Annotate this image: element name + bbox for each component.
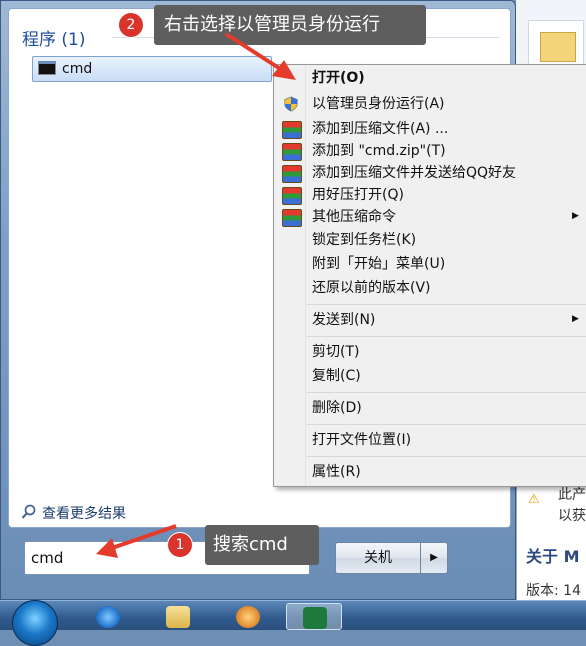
programs-section-title: 程序 (1) [22,30,86,50]
menu-item-restore-previous[interactable]: 还原以前的版本(V) [312,277,431,299]
archive-icon [282,165,302,183]
taskbar-internet-explorer[interactable] [80,603,136,630]
submenu-arrow-icon: ▶ [572,314,579,324]
archive-icon [282,187,302,205]
menu-separator [307,424,586,425]
see-more-results-link[interactable]: 查看更多结果 [42,503,126,523]
program-result-label: cmd [62,61,93,77]
archive-icon [282,121,302,139]
menu-separator [307,336,586,337]
menu-item-add-to-archive[interactable]: 添加到压缩文件(A) ... [312,118,448,140]
submenu-arrow-icon: ▶ [572,211,579,221]
menu-item-archive-and-send-qq[interactable]: 添加到压缩文件并发送给QQ好友 [312,162,516,184]
taskbar-excel[interactable] [286,603,342,630]
menu-separator [307,304,586,305]
menu-item-copy[interactable]: 复制(C) [312,365,361,387]
archive-icon [282,143,302,161]
menu-item-open[interactable]: 打开(O) [312,67,365,89]
callout-step2: 右击选择以管理员身份运行 [154,5,426,45]
callout-step1: 搜索cmd [205,525,319,565]
archive-icon [282,209,302,227]
background-heading: 关于 M [526,547,580,566]
menu-item-pin-to-taskbar[interactable]: 锁定到任务栏(K) [312,229,416,251]
start-orb-icon[interactable] [12,600,58,646]
menu-separator [307,392,586,393]
media-player-icon [236,606,260,628]
step2-badge: 2 [118,12,144,38]
menu-item-other-archive-commands[interactable]: 其他压缩命令 [312,206,396,228]
folder-icon [540,32,576,62]
menu-separator [307,456,586,457]
menu-item-properties[interactable]: 属性(R) [312,461,361,483]
cmd-icon-titlebar [38,61,56,64]
search-input-value: cmd [31,549,64,567]
context-menu-gutter [305,65,306,486]
background-text-line2: 以获 [558,508,586,524]
taskbar-media-player[interactable] [220,603,276,630]
search-icon [21,504,36,519]
menu-item-delete[interactable]: 删除(D) [312,397,362,419]
menu-item-add-to-cmd-zip[interactable]: 添加到 "cmd.zip"(T) [312,140,446,162]
menu-item-run-as-admin[interactable]: 以管理员身份运行(A) [312,93,445,115]
internet-explorer-icon [96,606,120,628]
background-text-line1: 此产 [558,487,586,503]
step1-badge: 1 [167,532,193,558]
taskbar-windows-explorer[interactable] [150,603,206,630]
folder-icon [166,606,190,628]
menu-item-cut[interactable]: 剪切(T) [312,341,359,363]
shutdown-options-arrow-icon[interactable]: ▶ [421,542,448,574]
uac-shield-icon [284,96,298,112]
excel-icon [303,607,327,629]
menu-item-open-file-location[interactable]: 打开文件位置(I) [312,429,411,451]
warning-icon: ⚠ [528,492,540,507]
menu-item-open-with-haozip[interactable]: 用好压打开(Q) [312,184,404,206]
menu-item-pin-to-start[interactable]: 附到「开始」菜单(U) [312,253,445,275]
menu-item-send-to[interactable]: 发送到(N) [312,309,375,331]
shutdown-button[interactable]: 关机 [335,542,421,574]
background-version-text: 版本: 14 [526,583,581,599]
